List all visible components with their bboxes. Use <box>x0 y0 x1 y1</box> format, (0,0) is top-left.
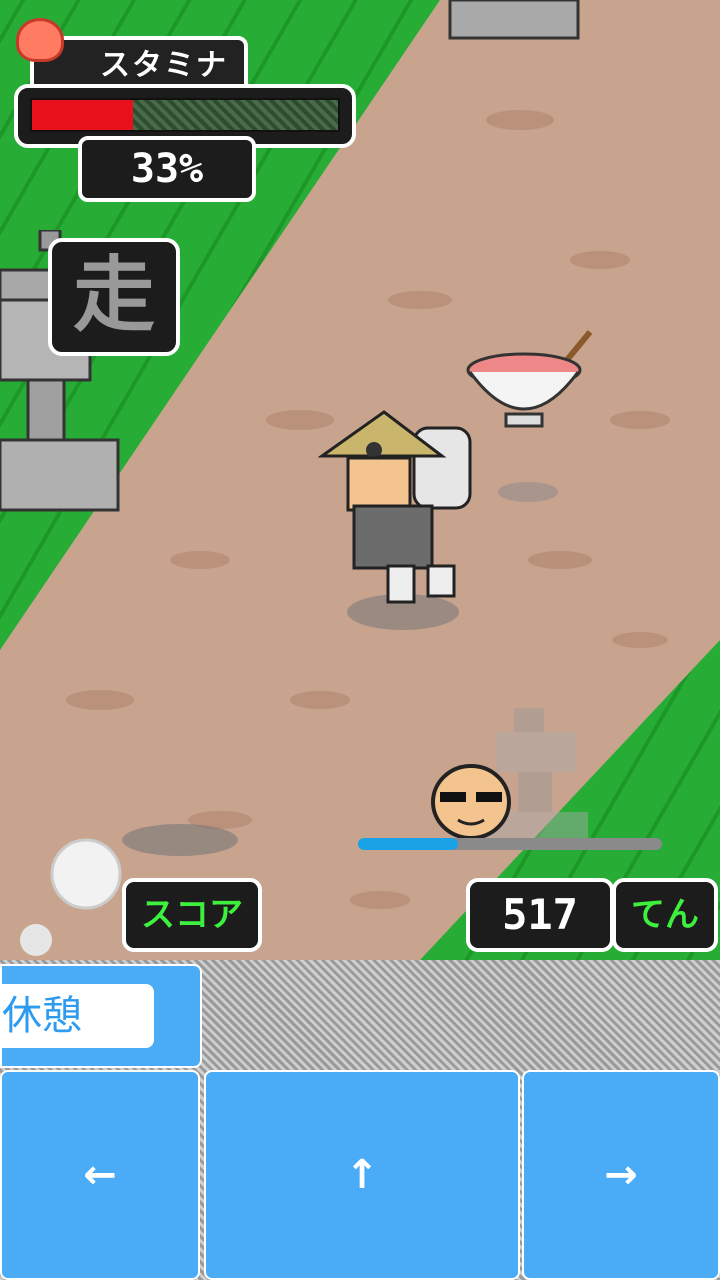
move-right-button[interactable]: → <box>522 1070 720 1280</box>
stamina-bar <box>30 98 340 132</box>
rest-panel: 休憩 <box>0 964 202 1068</box>
rest-button[interactable]: 休憩 <box>2 984 154 1048</box>
score-label: スコア <box>122 878 262 952</box>
rival-monk-head <box>431 764 511 840</box>
item-shadow <box>498 482 558 502</box>
stamina-bar-fill <box>32 100 133 130</box>
score-value: 517 <box>466 878 614 952</box>
course-progress-bar <box>358 838 662 850</box>
dust-cloud <box>50 838 122 910</box>
arrow-up-icon: ↑ <box>345 1152 379 1198</box>
move-left-button[interactable]: ← <box>0 1070 200 1280</box>
location-kanji-badge: 走 <box>48 238 180 356</box>
stamina-hud: スタミナ 33% <box>8 12 356 202</box>
dust-cloud-small <box>20 924 52 956</box>
pilgrim-player <box>318 410 472 630</box>
score-unit: てん <box>612 878 718 952</box>
arrow-right-icon: → <box>604 1152 638 1198</box>
stamina-percent: 33% <box>78 136 256 202</box>
move-up-button[interactable]: ↑ <box>204 1070 520 1280</box>
arrow-left-icon: ← <box>83 1152 117 1198</box>
ground-shadow <box>122 824 238 856</box>
heart-icon <box>16 18 64 62</box>
game-view: スタミナ 33% 走 スコア 517 てん <box>0 0 720 960</box>
course-progress-fill <box>358 838 459 850</box>
stone-slab <box>448 0 580 40</box>
